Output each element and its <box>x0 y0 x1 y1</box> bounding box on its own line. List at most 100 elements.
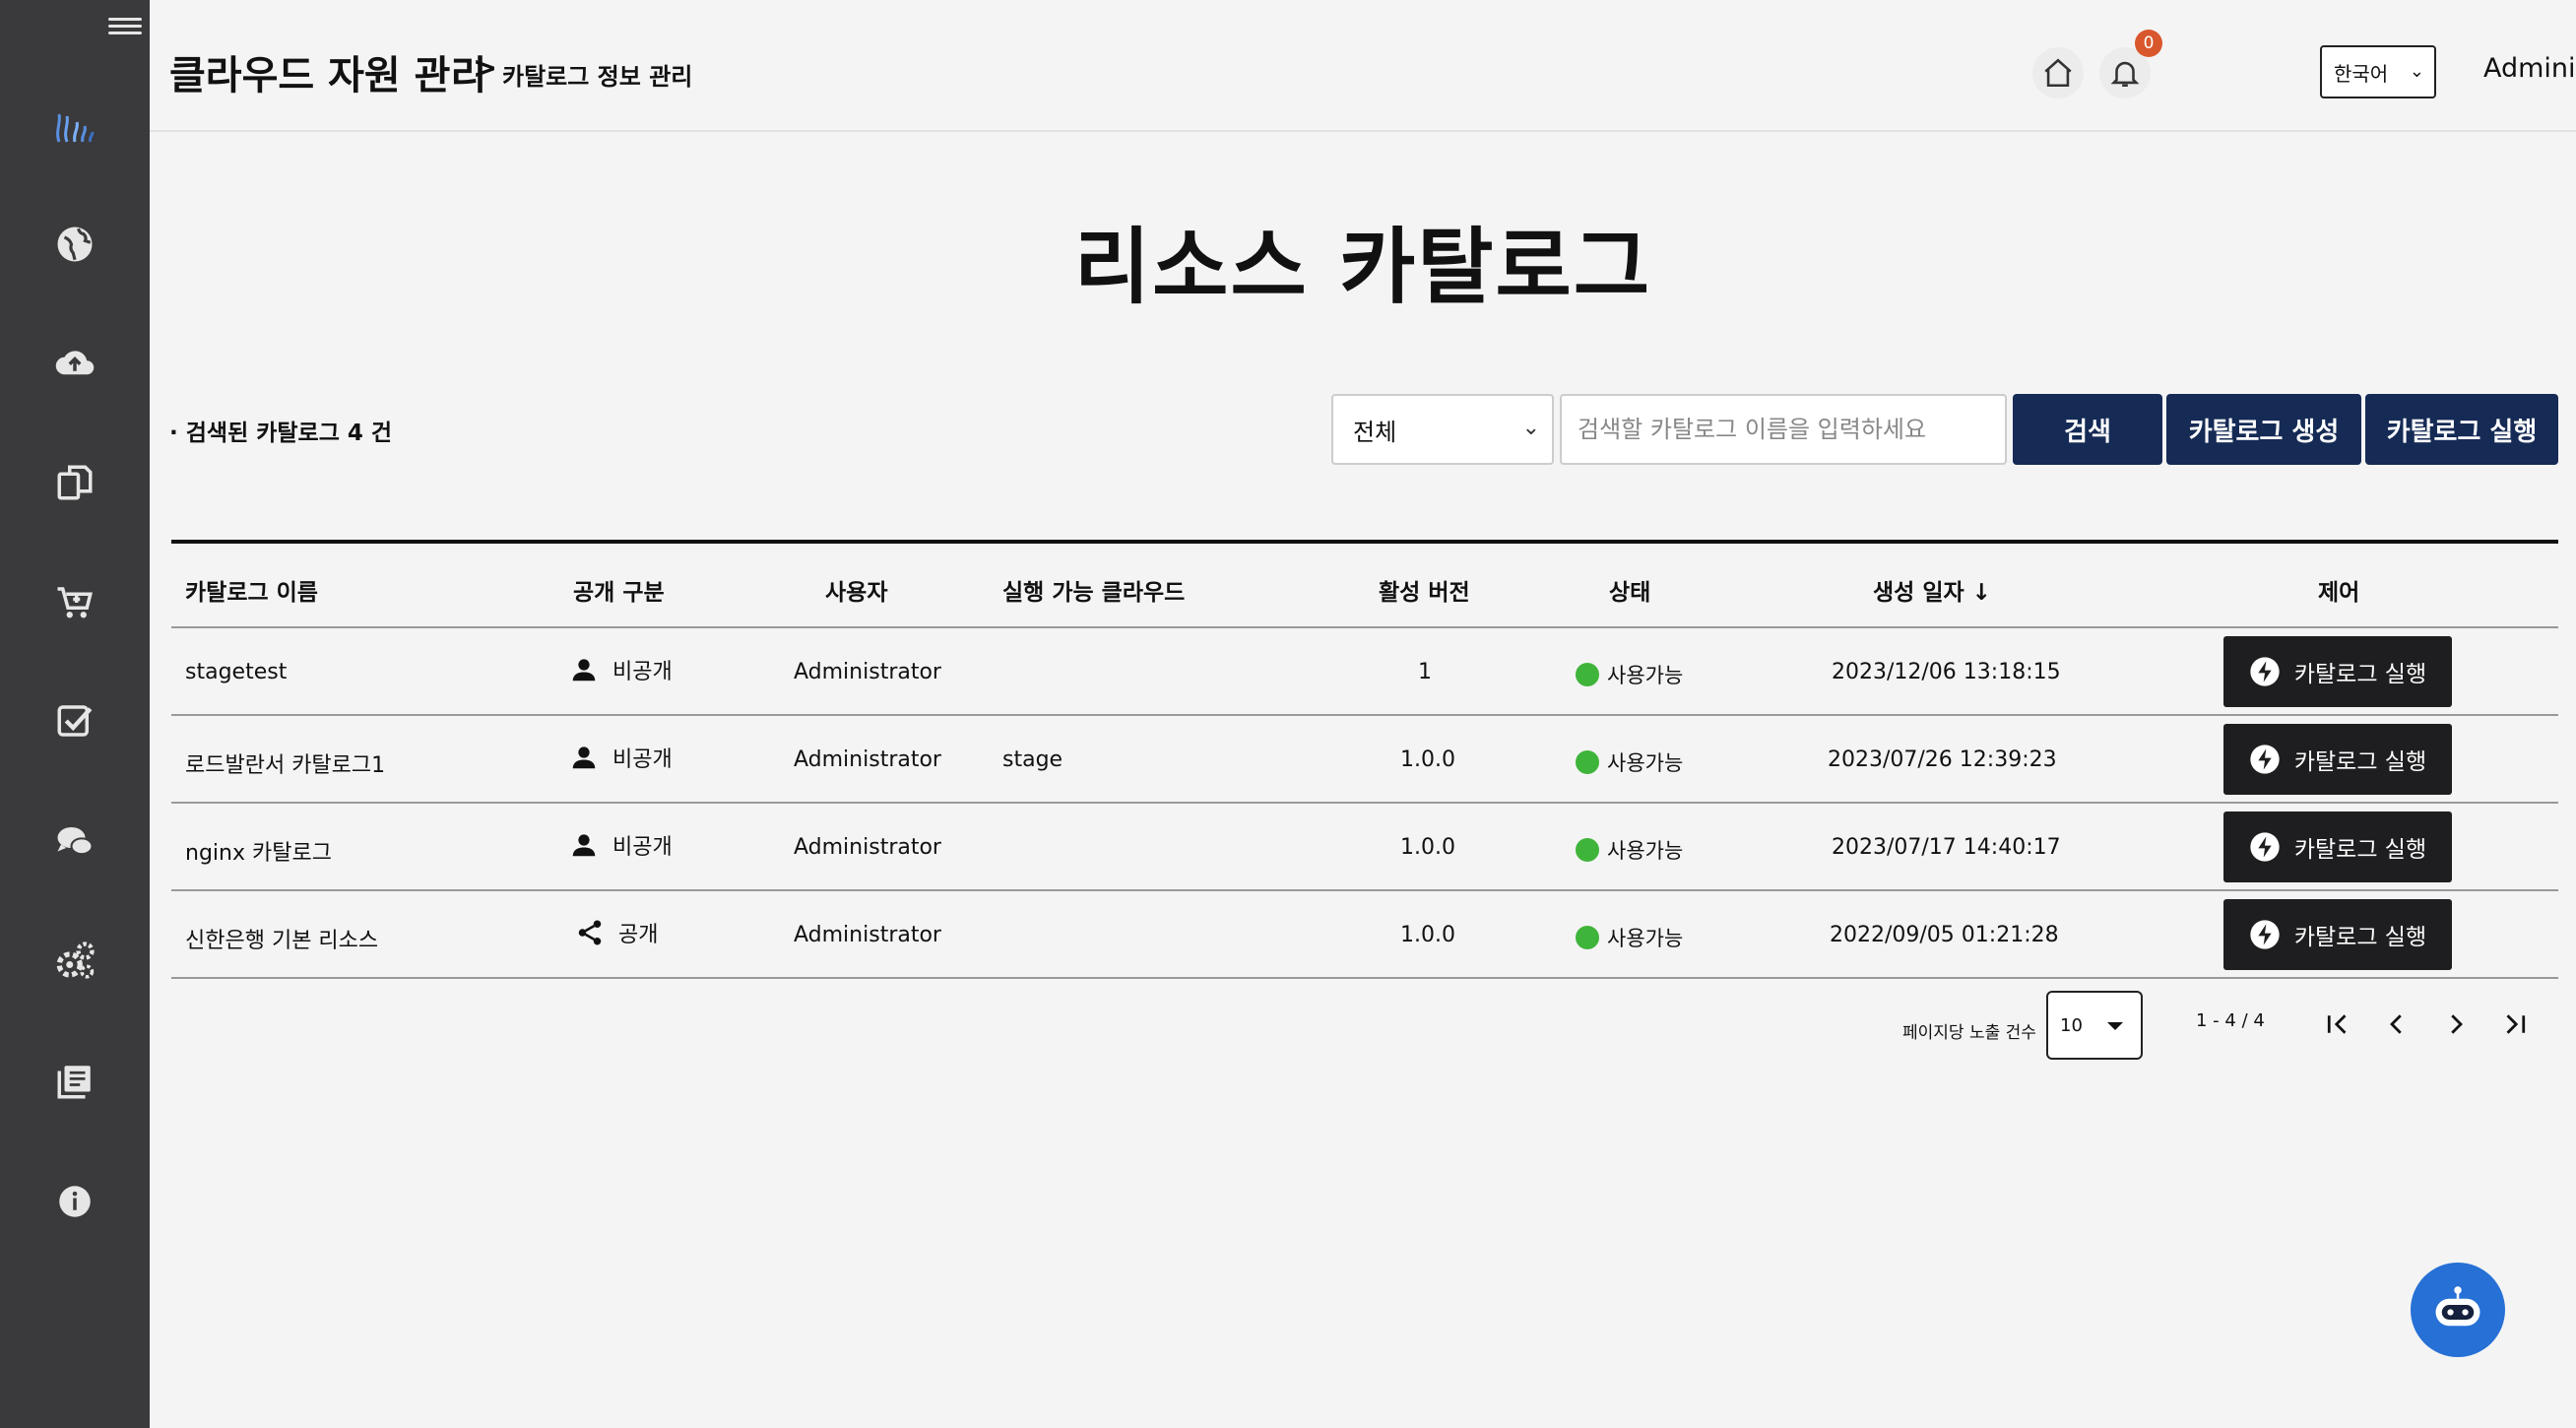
run-catalog-row-button[interactable]: 카탈로그 실행 <box>2223 811 2452 882</box>
hamburger-menu-icon[interactable] <box>108 14 142 41</box>
person-icon <box>572 834 596 857</box>
column-header-sort[interactable]: 생성 일자 ↓ <box>1873 573 1991 607</box>
sidebar-item-library[interactable] <box>45 1052 104 1111</box>
first-page-icon <box>2327 1014 2347 1034</box>
last-page-icon <box>2506 1014 2526 1034</box>
globe-icon <box>57 227 93 262</box>
chatbot-button[interactable] <box>2411 1263 2505 1357</box>
rows-per-page-value: 10 <box>2060 1014 2083 1036</box>
person-icon <box>572 746 596 769</box>
sidebar-item-settings[interactable] <box>45 932 104 991</box>
version-cell: 1.0.0 <box>1400 747 1455 772</box>
run-label: 카탈로그 실행 <box>2293 925 2427 950</box>
run-catalog-button[interactable]: 카탈로그 실행 <box>2365 394 2558 465</box>
home-icon <box>2044 58 2072 88</box>
column-header[interactable]: 상태 <box>1609 573 1650 607</box>
chevron-down-icon: ⌄ <box>1521 416 1540 440</box>
column-header[interactable]: 카탈로그 이름 <box>185 573 318 607</box>
library-icon <box>57 1066 91 1099</box>
status-dot <box>1576 926 1599 949</box>
sidebar-item-chat[interactable] <box>45 811 104 871</box>
version-cell: 1.0.0 <box>1400 923 1455 947</box>
status-dot <box>1576 663 1599 686</box>
bolt-icon <box>2250 745 2280 774</box>
table-row[interactable]: 로드발란서 카탈로그1 비공개 Administrator stage 1.0.… <box>171 716 2558 804</box>
caret-down-icon <box>2107 1022 2123 1030</box>
breadcrumb-separator: > <box>473 51 498 86</box>
settings-icon <box>56 941 95 979</box>
visibility-filter-select[interactable]: 전체 ⌄ <box>1331 394 1554 465</box>
user-name: Administrator <box>2483 53 2576 84</box>
run-catalog-row-button[interactable]: 카탈로그 실행 <box>2223 899 2452 970</box>
create-catalog-button[interactable]: 카탈로그 생성 <box>2166 394 2361 465</box>
run-catalog-row-button[interactable]: 카탈로그 실행 <box>2223 636 2452 707</box>
brand-logo[interactable] <box>51 102 98 150</box>
sidebar <box>0 0 150 1428</box>
visibility-cell: 비공개 <box>569 829 673 861</box>
language-select[interactable]: 한국어 ⌄ <box>2320 45 2436 98</box>
status-dot <box>1576 838 1599 862</box>
search-input[interactable] <box>1560 394 2007 465</box>
bell-icon <box>2110 61 2140 88</box>
visibility-cell: 공개 <box>575 917 658 948</box>
search-button[interactable]: 검색 <box>2013 394 2162 465</box>
catalog-name[interactable]: nginx 카탈로그 <box>185 835 332 867</box>
user-cell: Administrator <box>794 923 941 947</box>
notification-badge: 0 <box>2135 30 2162 57</box>
home-button[interactable] <box>2032 47 2084 98</box>
status-dot <box>1576 750 1599 774</box>
bolt-icon <box>2250 832 2280 862</box>
user-menu[interactable]: Administrator <box>2483 53 2576 84</box>
sidebar-item-cloud-upload[interactable] <box>45 333 104 392</box>
status-label: 사용가능 <box>1607 927 1684 950</box>
chevron-left-icon <box>2390 1014 2402 1034</box>
checkbox-icon <box>57 705 93 737</box>
status-cell: 사용가능 <box>1576 747 1683 777</box>
sidebar-item-copy[interactable] <box>45 453 104 512</box>
last-page-button[interactable] <box>2495 1005 2535 1044</box>
rows-per-page-select[interactable]: 10 <box>2046 991 2143 1060</box>
status-label: 사용가능 <box>1607 751 1684 775</box>
status-cell: 사용가능 <box>1576 923 1683 952</box>
created-date: 2023/07/17 14:40:17 <box>1832 835 2061 860</box>
table-row[interactable]: nginx 카탈로그 비공개 Administrator 1.0.0 사용가능 … <box>171 804 2558 891</box>
chevron-right-icon <box>2451 1014 2463 1034</box>
prev-page-button[interactable] <box>2377 1005 2416 1044</box>
info-icon <box>59 1186 91 1217</box>
sidebar-item-info[interactable] <box>45 1172 104 1231</box>
version-cell: 1 <box>1418 660 1432 684</box>
created-date: 2023/12/06 13:18:15 <box>1832 660 2061 684</box>
user-cell: Administrator <box>794 835 941 860</box>
status-cell: 사용가능 <box>1576 835 1683 865</box>
sidebar-item-checkbox[interactable] <box>45 691 104 750</box>
column-header[interactable]: 활성 버전 <box>1379 573 1470 607</box>
visibility-label: 비공개 <box>612 835 673 860</box>
bolt-icon <box>2250 920 2280 949</box>
created-date: 2022/09/05 01:21:28 <box>1830 923 2059 947</box>
next-page-button[interactable] <box>2436 1005 2476 1044</box>
app-title: 클라우드 자원 관리 <box>169 53 487 98</box>
catalog-name[interactable]: stagetest <box>185 660 287 684</box>
share-icon <box>578 920 602 945</box>
run-label: 카탈로그 실행 <box>2293 749 2427 775</box>
top-header: 클라우드 자원 관리 > 카탈로그 정보 관리 0 한국어 ⌄ Administ… <box>150 0 2576 132</box>
sidebar-item-cart[interactable] <box>45 573 104 632</box>
rows-per-page-label: 페이지당 노출 건수 <box>1902 1023 2036 1043</box>
run-label: 카탈로그 실행 <box>2293 837 2427 863</box>
sidebar-item-globe[interactable] <box>45 215 104 274</box>
catalog-name[interactable]: 로드발란서 카탈로그1 <box>185 747 385 779</box>
column-header[interactable]: 사용자 <box>825 573 887 607</box>
table-row[interactable]: 신한은행 기본 리소스 공개 Administrator 1.0.0 사용가능 … <box>171 891 2558 979</box>
catalog-name[interactable]: 신한은행 기본 리소스 <box>185 923 378 954</box>
created-date: 2023/07/26 12:39:23 <box>1828 747 2057 772</box>
bolt-icon <box>2250 657 2280 686</box>
column-header[interactable]: 공개 구분 <box>573 573 665 607</box>
run-catalog-row-button[interactable]: 카탈로그 실행 <box>2223 724 2452 795</box>
first-page-button[interactable] <box>2318 1005 2357 1044</box>
column-header[interactable]: 실행 가능 클라우드 <box>1002 573 1185 607</box>
breadcrumb-current: 카탈로그 정보 관리 <box>502 63 693 91</box>
copy-icon <box>57 465 93 500</box>
visibility-cell: 비공개 <box>569 654 673 685</box>
table-row[interactable]: stagetest 비공개 Administrator 1 사용가능 2023/… <box>171 628 2558 716</box>
status-label: 사용가능 <box>1607 664 1684 687</box>
